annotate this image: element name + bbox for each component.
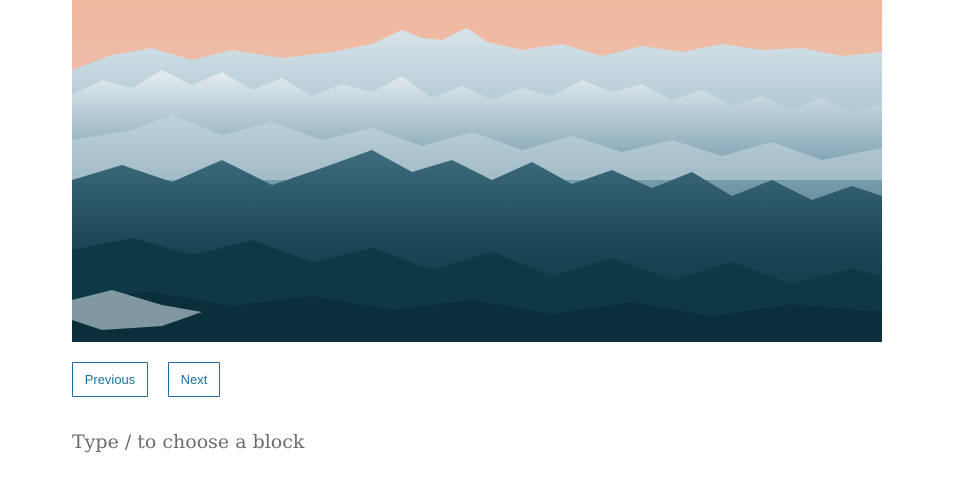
next-button[interactable]: Next xyxy=(168,362,220,397)
slideshow-image[interactable] xyxy=(72,0,882,342)
mountain-landscape-image xyxy=(72,0,882,342)
previous-button[interactable]: Previous xyxy=(72,362,148,397)
editor-canvas: Previous Next Type / to choose a block xyxy=(0,0,969,478)
block-appender-placeholder[interactable]: Type / to choose a block xyxy=(72,428,304,456)
